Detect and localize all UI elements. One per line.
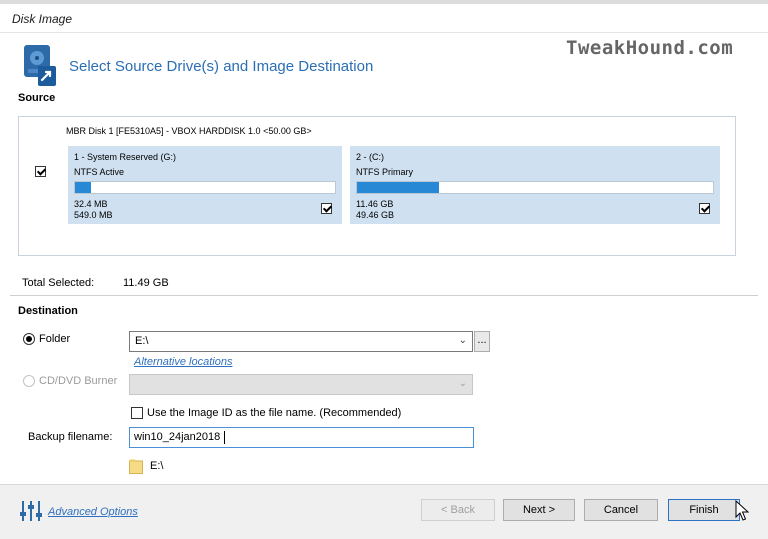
path-preview: E:\ xyxy=(150,460,164,472)
folder-path-combo[interactable]: E:\ ⌄ xyxy=(129,331,473,352)
cancel-button[interactable]: Cancel xyxy=(584,499,658,521)
cd-dvd-radio-label[interactable]: CD/DVD Burner xyxy=(39,375,117,387)
partition-filesystem: NTFS Active xyxy=(74,167,125,177)
next-button[interactable]: Next > xyxy=(503,499,575,521)
total-selected-label: Total Selected: xyxy=(22,277,95,289)
backup-filename-value: win10_24jan2018 xyxy=(134,431,221,443)
page-title: Select Source Drive(s) and Image Destina… xyxy=(69,58,374,75)
partition-card[interactable]: 2 - (C:) NTFS Primary 11.46 GB 49.46 GB xyxy=(350,146,720,224)
cd-dvd-combo[interactable]: ⌄ xyxy=(129,374,473,395)
partition-card[interactable]: 1 - System Reserved (G:) NTFS Active 32.… xyxy=(68,146,342,224)
total-selected-value: 11.49 GB xyxy=(123,277,169,289)
partition-used: 32.4 MB xyxy=(74,199,108,209)
partition-name: 2 - (C:) xyxy=(356,152,384,162)
backup-filename-label: Backup filename: xyxy=(28,431,113,443)
back-button[interactable]: < Back xyxy=(421,499,495,521)
destination-section-label: Destination xyxy=(18,305,78,317)
advanced-options-link[interactable]: Advanced Options xyxy=(48,506,138,518)
watermark-text: TweakHound.com xyxy=(566,37,734,59)
chevron-down-icon[interactable]: ⌄ xyxy=(459,378,467,389)
source-section-label: Source xyxy=(18,92,56,104)
text-cursor xyxy=(224,431,225,444)
folder-radio[interactable] xyxy=(23,333,35,345)
partition-total: 49.46 GB xyxy=(356,210,395,220)
partition-usage-fill xyxy=(357,182,439,193)
partition-usage-bar xyxy=(356,181,714,194)
use-image-id-checkbox[interactable] xyxy=(131,407,143,419)
partition-usage-fill xyxy=(75,182,91,193)
window-title: Disk Image xyxy=(12,12,73,26)
partition-usage-bar xyxy=(74,181,336,194)
partition-used: 11.46 GB xyxy=(356,199,394,209)
section-divider xyxy=(10,295,758,296)
partition-filesystem: NTFS Primary xyxy=(356,167,413,177)
mouse-pointer-icon xyxy=(735,499,750,522)
disk-checkbox[interactable] xyxy=(35,166,46,177)
folder-path-value: E:\ xyxy=(135,335,149,347)
folder-icon xyxy=(129,459,143,474)
disk-label: MBR Disk 1 [FE5310A5] - VBOX HARDDISK 1.… xyxy=(66,126,312,136)
use-image-id-label[interactable]: Use the Image ID as the file name. (Reco… xyxy=(147,407,401,419)
browse-button[interactable]: ... xyxy=(474,331,490,352)
backup-filename-input[interactable]: win10_24jan2018 xyxy=(129,427,474,448)
alternative-locations-link[interactable]: Alternative locations xyxy=(134,356,232,368)
title-bar[interactable]: Disk Image xyxy=(0,4,768,33)
finish-button[interactable]: Finish xyxy=(668,499,740,521)
partition-name: 1 - System Reserved (G:) xyxy=(74,152,177,162)
sliders-icon[interactable] xyxy=(19,500,43,522)
partition-checkbox[interactable] xyxy=(321,203,332,214)
partition-checkbox[interactable] xyxy=(699,203,710,214)
partition-total: 549.0 MB xyxy=(74,210,113,220)
folder-radio-label[interactable]: Folder xyxy=(39,333,70,345)
chevron-down-icon[interactable]: ⌄ xyxy=(459,335,467,346)
cd-dvd-radio[interactable] xyxy=(23,375,35,387)
disk-image-wizard-icon xyxy=(22,44,62,88)
